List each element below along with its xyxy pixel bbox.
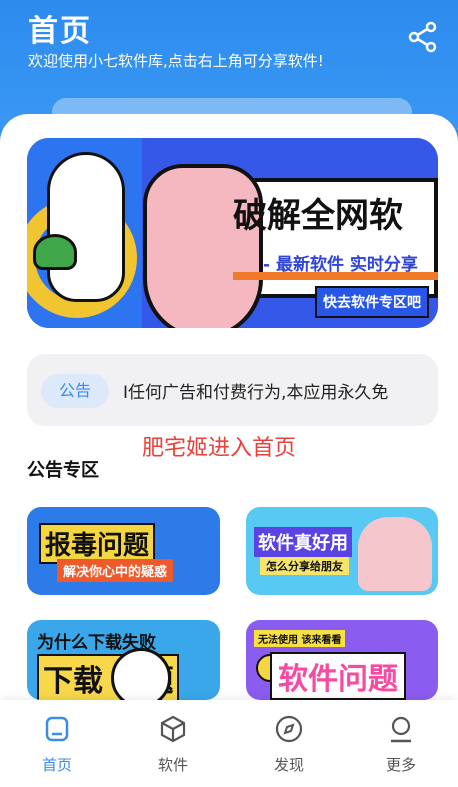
overlay-caption: 肥宅姬进入首页 [142,436,297,461]
card-subtitle: 无法使用 该来看看 [254,630,346,647]
card-virus-question[interactable]: 报毒问题 解决你心中的疑惑 [27,507,220,595]
card-title: 软件真好用 [254,527,352,557]
card-title: 软件问题 [270,652,406,700]
promo-banner[interactable]: 破解全网软 - 最新软件 实时分享 快去软件专区吧 [27,138,438,328]
card-share-software[interactable]: 软件真好用 怎么分享给朋友 [246,507,438,595]
profile-icon [391,716,411,743]
page-title: 首页 [28,14,92,49]
card-download-question[interactable]: 为什么下载失败 下载 问题 [27,620,220,700]
bottom-nav: 首页 软件 发现 更多 [0,700,458,787]
nav-item-discover[interactable]: 发现 [232,700,346,787]
banner-cta[interactable]: 快去软件专区吧 [315,286,429,318]
nav-item-home[interactable]: 首页 [0,700,114,787]
compass-icon [275,715,303,743]
card-software-question[interactable]: 无法使用 该来看看 软件问题 [246,620,438,700]
card-title: 报毒问题 [39,523,156,564]
notice-text: I任何广告和付费行为,本应用永久免 [123,383,389,403]
cube-icon [160,715,186,743]
notice-tag: 公告 [41,374,109,408]
page-subtitle: 欢迎使用小七软件库,点击右上角可分享软件! [28,52,324,70]
watermelon-illustration [33,234,77,270]
home-icon [45,716,69,742]
nav-item-more[interactable]: 更多 [344,700,458,787]
bunny-illustration [47,152,125,302]
card-subtitle: 解决你心中的疑惑 [57,559,174,582]
people-illustration [358,517,432,591]
banner-headline: 破解全网软 [233,196,403,236]
notice-bar[interactable]: 公告 I任何广告和付费行为,本应用永久免 [27,354,438,426]
face-illustration [111,648,171,700]
card-subtitle: 怎么分享给朋友 [260,557,349,575]
nav-item-software[interactable]: 软件 [116,700,230,787]
app-header: 首页 欢迎使用小七软件库,点击右上角可分享软件! [0,0,458,138]
section-title: 公告专区 [27,460,99,481]
share-icon[interactable] [406,20,440,54]
banner-illustration-left [27,138,142,328]
